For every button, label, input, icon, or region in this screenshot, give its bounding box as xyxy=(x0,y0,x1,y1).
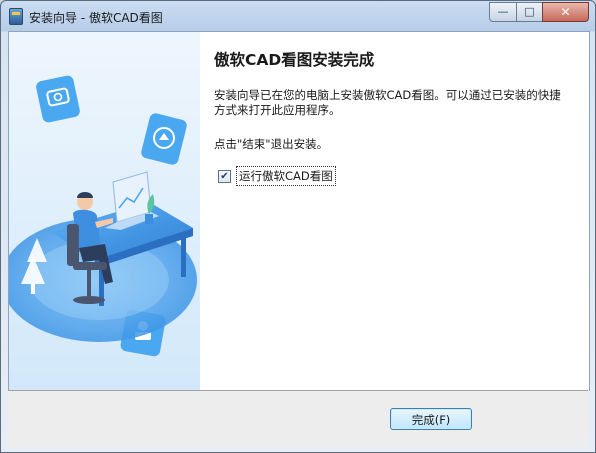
completion-description: 安装向导已在您的电脑上安装傲软CAD看图。可以通过已安装的快捷方式来打开此应用程… xyxy=(214,88,561,117)
finish-hint: 点击"结束"退出安装。 xyxy=(214,137,329,151)
wizard-content: 傲软CAD看图安装完成 安装向导已在您的电脑上安装傲软CAD看图。可以通过已安装… xyxy=(8,31,590,391)
minimize-button[interactable]: — xyxy=(489,2,517,22)
wizard-footer: 完成(F) xyxy=(8,390,588,447)
installer-window: 安装向导 - 傲软CAD看图 — □ ✕ 傲软CAD看图安装完成 安装向导已在您… xyxy=(0,0,596,453)
page-title: 傲软CAD看图安装完成 xyxy=(214,51,375,69)
run-app-label[interactable]: 运行傲软CAD看图 xyxy=(236,166,336,186)
window-title: 安装向导 - 傲软CAD看图 xyxy=(29,11,163,25)
finish-button[interactable]: 完成(F) xyxy=(390,408,472,430)
title-bar[interactable]: 安装向导 - 傲软CAD看图 — □ ✕ xyxy=(1,1,595,31)
run-app-option[interactable]: ✔ 运行傲软CAD看图 xyxy=(218,166,336,186)
wizard-main-panel: 傲软CAD看图安装完成 安装向导已在您的电脑上安装傲软CAD看图。可以通过已安装… xyxy=(208,32,588,391)
run-app-checkbox[interactable]: ✔ xyxy=(218,169,231,183)
close-button[interactable]: ✕ xyxy=(542,2,589,22)
office-illustration xyxy=(9,32,200,391)
wizard-illustration xyxy=(9,32,200,391)
installer-app-icon xyxy=(9,8,23,25)
maximize-button[interactable]: □ xyxy=(516,2,543,22)
